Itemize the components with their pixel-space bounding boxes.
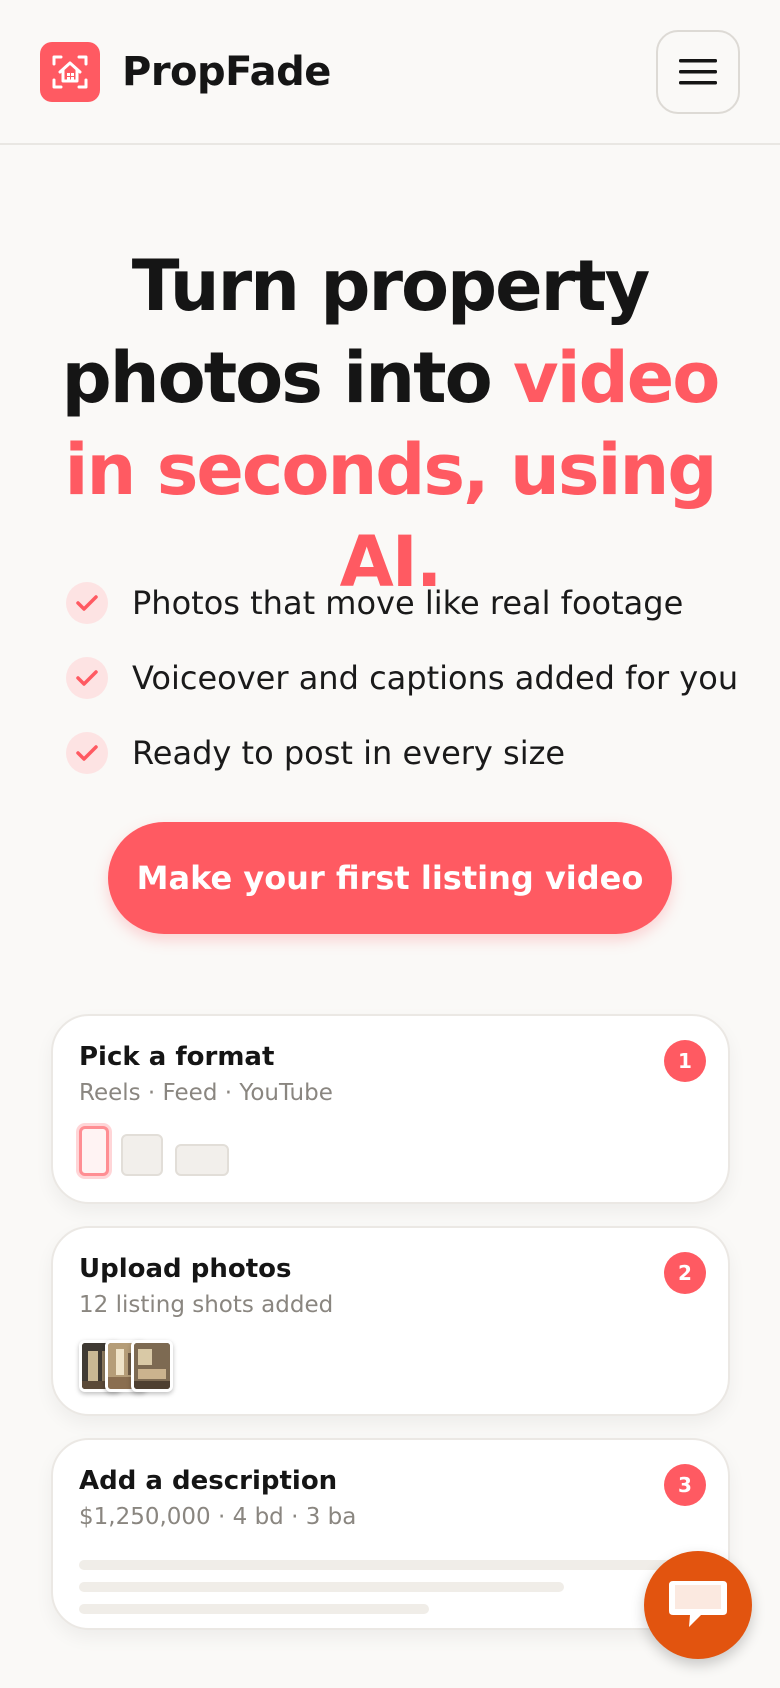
placeholder-line	[79, 1582, 564, 1592]
chat-bubble-icon	[669, 1581, 727, 1627]
feature-text: Voiceover and captions added for you	[132, 658, 739, 697]
feature-text: Photos that move like real footage	[132, 583, 684, 622]
feature-item: Ready to post in every size	[66, 715, 738, 790]
menu-button[interactable]	[656, 29, 740, 114]
hero-title: Turn property photos into video in secon…	[20, 240, 760, 608]
placeholder-line	[79, 1604, 429, 1614]
format-option-youtube[interactable]	[175, 1144, 229, 1176]
step-card-format[interactable]: Pick a format Reels · Feed · YouTube 1	[51, 1014, 730, 1204]
feature-item: Voiceover and captions added for you	[66, 640, 738, 715]
house-frame-logo-icon	[40, 41, 100, 102]
step-number-badge: 2	[664, 1252, 706, 1294]
site-header: PropFade	[0, 0, 780, 145]
format-options	[79, 1126, 702, 1176]
chat-button[interactable]	[644, 1551, 752, 1659]
photo-thumbnails	[79, 1340, 702, 1392]
step-subtitle: $1,250,000 · 4 bd · 3 ba	[79, 1504, 357, 1530]
brand-name: PropFade	[122, 48, 331, 95]
step-subtitle: Reels · Feed · YouTube	[79, 1080, 333, 1106]
brand[interactable]: PropFade	[40, 41, 331, 102]
step-subtitle: 12 listing shots added	[79, 1292, 334, 1318]
format-option-reels[interactable]	[79, 1126, 109, 1176]
format-option-feed[interactable]	[121, 1134, 163, 1176]
step-title: Upload photos	[79, 1254, 292, 1284]
step-title: Pick a format	[79, 1042, 275, 1072]
step-number-badge: 3	[664, 1464, 706, 1506]
feature-item: Photos that move like real footage	[66, 565, 738, 640]
step-card-description[interactable]: Add a description $1,250,000 · 4 bd · 3 …	[51, 1438, 730, 1630]
cta-button[interactable]: Make your first listing video	[108, 822, 672, 934]
step-number-badge: 1	[664, 1040, 706, 1082]
check-icon	[66, 731, 108, 774]
check-icon	[66, 581, 108, 624]
check-icon	[66, 656, 108, 699]
feature-text: Ready to post in every size	[132, 733, 566, 772]
step-card-upload[interactable]: Upload photos 12 listing shots added 2	[51, 1226, 730, 1416]
description-placeholder	[79, 1560, 702, 1614]
feature-list: Photos that move like real footage Voice…	[66, 565, 738, 790]
hamburger-menu-icon	[679, 58, 717, 84]
placeholder-line	[79, 1560, 679, 1570]
step-title: Add a description	[79, 1466, 338, 1496]
photo-thumbnail	[131, 1340, 173, 1392]
